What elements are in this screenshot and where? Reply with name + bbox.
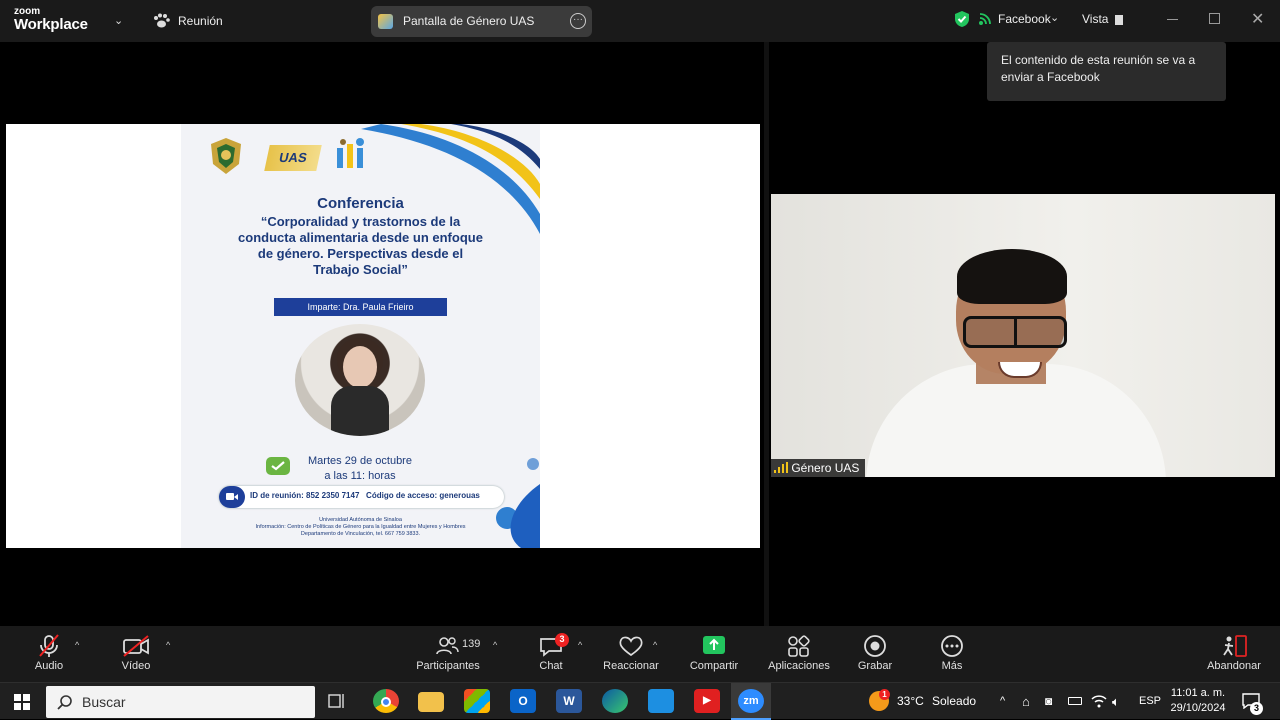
participants-options-caret[interactable]: ^ <box>493 640 497 650</box>
record-button[interactable]: Grabar <box>853 634 897 672</box>
speaker-icon[interactable]: 🔈︎ <box>1112 683 1120 720</box>
calendar-icon <box>266 457 290 475</box>
video-button[interactable]: Vídeo <box>114 634 158 672</box>
title-bar: zoom Workplace ⌄ Reunión Pantalla de Gén… <box>0 0 1280 42</box>
stream-tooltip: El contenido de esta reunión se va a env… <box>987 42 1226 101</box>
file-explorer-icon[interactable] <box>418 692 444 712</box>
weather-temperature[interactable]: 33°C <box>897 683 924 720</box>
chat-unread-badge: 3 <box>555 633 569 647</box>
language-indicator[interactable]: ESP <box>1139 683 1161 720</box>
weather-badge: 1 <box>879 689 890 700</box>
usb-icon[interactable]: ⌂ <box>1022 683 1030 720</box>
decorative-blobs <box>496 458 540 548</box>
share-screen-icon <box>703 636 725 654</box>
close-icon[interactable]: ✕ <box>1251 9 1264 29</box>
chevron-down-icon: ⌄ <box>1050 12 1060 24</box>
weather-description[interactable]: Soleado <box>932 683 976 720</box>
battery-icon[interactable] <box>1068 697 1082 705</box>
leave-icon <box>1223 635 1247 657</box>
participant-name-tag: Género UAS <box>771 459 866 477</box>
participants-count: 139 <box>462 638 481 650</box>
chrome-icon[interactable] <box>373 689 399 713</box>
zoom-logo: zoom Workplace <box>14 6 88 33</box>
notification-count-badge: 3 <box>1250 702 1263 715</box>
conference-poster: UAS Conferencia “Corporalidad y trastorn… <box>181 124 540 548</box>
speaker-photo <box>295 324 425 436</box>
event-date: Martes 29 de octubre <box>308 455 412 467</box>
maximize-icon[interactable] <box>1209 13 1220 24</box>
audio-button[interactable]: Audio <box>28 634 70 672</box>
microphone-muted-icon <box>39 634 59 657</box>
screen-share-title[interactable]: Pantalla de Género UAS ··· <box>371 6 592 37</box>
participant-video[interactable]: Género UAS <box>771 194 1275 477</box>
uas-logo: UAS <box>264 145 322 171</box>
speaker-banner: Imparte: Dra. Paula Frieiro <box>274 298 447 316</box>
footer-info: Información: Centro de Políticas de Géne… <box>255 524 466 530</box>
apps-button[interactable]: Aplicaciones <box>765 634 833 672</box>
zoom-taskbar-item[interactable]: zm <box>731 683 771 720</box>
event-time: a las 11: horas <box>324 470 396 482</box>
footer-university: Universidad Autónoma de Sinaloa <box>319 517 402 523</box>
view-button[interactable]: Vista <box>1082 11 1132 29</box>
talk-title: “Corporalidad y trastornos de la conduct… <box>238 214 483 277</box>
taskbar-search[interactable]: Buscar <box>46 686 315 718</box>
footer-contact: Departamento de Vinculación, tel. 667 75… <box>300 531 421 537</box>
chat-options-caret[interactable]: ^ <box>578 640 582 650</box>
share-screen-button[interactable]: Compartir <box>686 634 742 672</box>
minimize-icon[interactable] <box>1167 19 1178 20</box>
microsoft-store-icon[interactable] <box>464 689 490 713</box>
meeting-id-banner: ID de reunión: 852 2350 7147 Código de a… <box>219 486 504 508</box>
taskbar: Buscar O W ▶ zm 1 33°C Soleado ^ ⌂ ◙ 🔈︎ … <box>0 682 1280 720</box>
university-seal-icon <box>211 138 241 174</box>
share-app-icon <box>378 14 393 29</box>
signal-strength-icon <box>774 462 788 473</box>
show-hidden-icons[interactable]: ^ <box>1000 683 1005 720</box>
windows-start-icon[interactable] <box>14 694 30 710</box>
youtube-icon[interactable]: ▶ <box>694 689 720 713</box>
record-icon <box>864 635 886 657</box>
view-layout-icon <box>1115 15 1123 25</box>
webcam-icon[interactable]: ◙ <box>1045 683 1052 720</box>
video-options-caret[interactable]: ^ <box>166 640 170 650</box>
conference-heading: Conferencia <box>317 195 404 212</box>
meeting-id-text: ID de reunión: 852 2350 7147 Código de a… <box>250 491 480 500</box>
wifi-icon[interactable] <box>1091 694 1107 708</box>
chevron-down-icon[interactable]: ⌄ <box>114 14 123 27</box>
more-button[interactable]: Más <box>932 634 972 672</box>
zoom-camera-icon <box>219 486 245 508</box>
broadcast-icon <box>979 13 991 25</box>
shield-check-icon[interactable] <box>954 10 970 28</box>
audio-options-caret[interactable]: ^ <box>75 640 79 650</box>
gender-center-logo <box>337 138 364 168</box>
paw-icon <box>154 13 170 28</box>
app-icon[interactable] <box>648 689 674 713</box>
split-divider[interactable] <box>764 42 769 626</box>
meeting-controls: Audio ^ Vídeo ^ Participantes 139 ^ Chat… <box>0 626 1280 682</box>
more-options-icon[interactable]: ··· <box>570 13 586 29</box>
zoom-app-icon: zm <box>738 689 764 713</box>
word-icon[interactable]: W <box>556 689 582 713</box>
task-view-icon[interactable] <box>328 693 346 709</box>
more-dots-icon <box>941 635 963 657</box>
search-icon <box>57 695 72 710</box>
outlook-icon[interactable]: O <box>510 689 536 713</box>
leave-button[interactable]: Abandonar <box>1203 634 1265 672</box>
live-stream-button[interactable]: Facebook ⌄ <box>979 11 1063 29</box>
clock[interactable]: 11:01 a. m. 29/10/2024 <box>1166 686 1230 716</box>
apps-icon <box>788 635 810 657</box>
edge-icon[interactable] <box>602 689 628 713</box>
react-options-caret[interactable]: ^ <box>653 640 657 650</box>
camera-off-icon <box>123 635 149 657</box>
